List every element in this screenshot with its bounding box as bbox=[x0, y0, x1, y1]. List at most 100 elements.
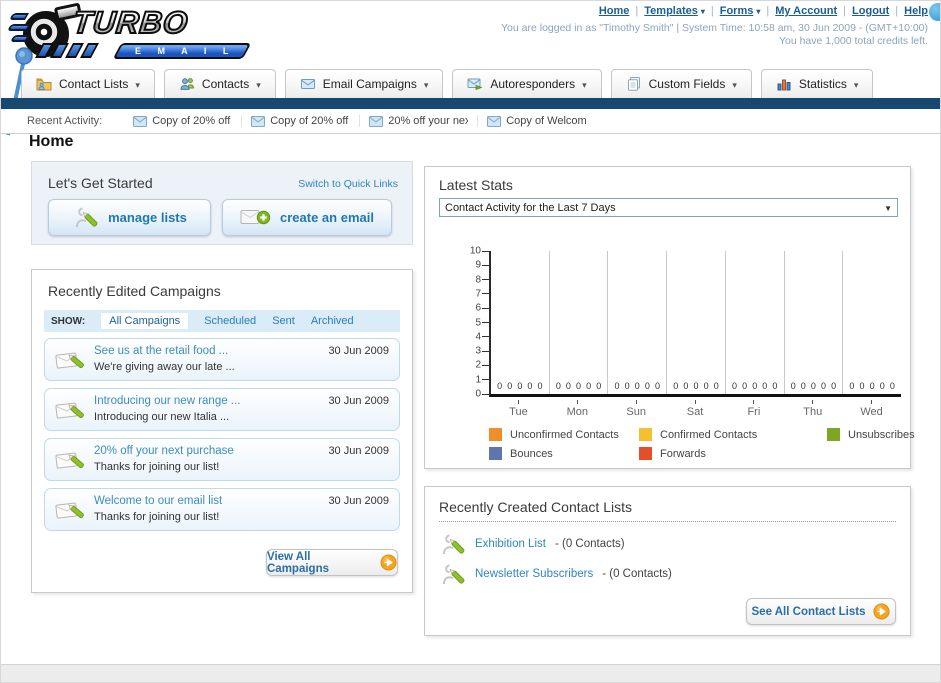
data-label: 0 bbox=[831, 381, 837, 391]
chart-day-group: 00000 bbox=[667, 251, 726, 394]
campaign-row[interactable]: Introducing our new range ... Introducing… bbox=[44, 388, 400, 431]
data-label: 0 bbox=[821, 381, 827, 391]
y-axis-label: 0 bbox=[475, 388, 481, 400]
data-label: 0 bbox=[527, 381, 533, 391]
campaign-text: 20% off your next purchase Thanks for joi… bbox=[94, 444, 319, 474]
top-link-logout[interactable]: Logout bbox=[852, 5, 889, 17]
data-label: 0 bbox=[644, 381, 650, 391]
help-bubble-icon[interactable] bbox=[929, 3, 940, 21]
flame-icon bbox=[8, 13, 30, 20]
campaign-filter-all-campaigns[interactable]: All Campaigns bbox=[101, 313, 189, 329]
recently-created-contact-lists-panel: Recently Created Contact Lists Exhibitio… bbox=[424, 486, 911, 636]
create-email-button[interactable]: create an email bbox=[222, 199, 392, 236]
see-all-contact-lists-label: See All Contact Lists bbox=[751, 605, 866, 618]
email-campaigns-icon bbox=[300, 76, 316, 92]
legend-swatch bbox=[827, 428, 840, 441]
switch-to-quick-links-link[interactable]: Switch to Quick Links bbox=[298, 178, 398, 190]
campaign-title-link[interactable]: Introducing our new range ... bbox=[94, 394, 319, 410]
campaign-text: See us at the retail food ... We're givin… bbox=[94, 344, 319, 374]
legend-swatch bbox=[639, 447, 652, 460]
legend-item: Unsubscribes bbox=[827, 428, 915, 441]
data-label: 0 bbox=[507, 381, 513, 391]
orange-arrow-icon bbox=[380, 554, 397, 571]
campaign-text: Introducing our new range ... Introducing… bbox=[94, 394, 319, 424]
legend-label: Forwards bbox=[660, 447, 706, 460]
data-label: 0 bbox=[537, 381, 543, 391]
data-label: 0 bbox=[889, 381, 895, 391]
nav-tab-statistics[interactable]: Statistics bbox=[760, 69, 874, 98]
y-axis-tick bbox=[482, 322, 489, 323]
orange-arrow-icon bbox=[873, 603, 891, 620]
y-axis-label: 4 bbox=[475, 331, 481, 343]
recent-activity-text: Copy of 20% off yo bbox=[270, 115, 350, 127]
recent-activity-item[interactable]: 20% off your next p bbox=[360, 115, 479, 127]
nav-tab-contact-lists[interactable]: Contact Lists bbox=[21, 69, 155, 98]
recent-activity-item[interactable]: Copy of 20% off yo bbox=[242, 115, 361, 127]
nav-divider-bar bbox=[1, 98, 940, 109]
y-axis-tick bbox=[482, 279, 489, 281]
autoresponders-icon bbox=[467, 76, 483, 92]
contact-list-row[interactable]: Newsletter Subscribers - (0 Contacts) bbox=[439, 559, 896, 589]
campaign-date: 30 Jun 2009 bbox=[328, 495, 389, 507]
campaign-subtitle: Thanks for joining our list! bbox=[94, 460, 220, 473]
data-labels-row: 00000 bbox=[609, 381, 665, 391]
y-axis-label: 8 bbox=[475, 274, 481, 286]
chart-day-group: 00000 bbox=[491, 251, 550, 394]
legend-swatch bbox=[489, 447, 502, 460]
y-axis-tick bbox=[482, 307, 489, 309]
campaign-row[interactable]: 20% off your next purchase Thanks for joi… bbox=[44, 438, 400, 481]
nav-tab-custom-fields[interactable]: Custom Fields bbox=[610, 69, 752, 98]
data-labels-row: 00000 bbox=[786, 381, 842, 391]
campaign-filter-archived[interactable]: Archived bbox=[311, 315, 354, 327]
data-label: 0 bbox=[742, 381, 748, 391]
contact-list-link[interactable]: Exhibition List bbox=[475, 538, 546, 550]
contact-list-link[interactable]: Newsletter Subscribers bbox=[475, 568, 593, 580]
y-axis-label: 10 bbox=[469, 245, 481, 257]
campaign-subtitle: Introducing our new Italia ... bbox=[94, 410, 230, 423]
activity-envelope-icon bbox=[251, 115, 266, 127]
y-axis-label: 2 bbox=[475, 359, 481, 371]
stats-range-select[interactable]: Contact Activity for the Last 7 Days bbox=[439, 198, 898, 217]
nav-tab-label: Statistics bbox=[798, 77, 847, 91]
campaign-title-link[interactable]: Welcome to our email list bbox=[94, 494, 319, 510]
data-labels-row: 00000 bbox=[492, 381, 548, 391]
campaign-filter-sent[interactable]: Sent bbox=[272, 315, 295, 327]
get-started-panel: Let's Get Started Switch to Quick Links … bbox=[31, 161, 413, 245]
nav-tab-email-campaigns[interactable]: Email Campaigns bbox=[284, 69, 444, 98]
campaign-title-link[interactable]: 20% off your next purchase bbox=[94, 444, 319, 460]
contact-list-row[interactable]: Exhibition List - (0 Contacts) bbox=[439, 529, 896, 559]
recent-activity-item[interactable]: Copy of Welcome to bbox=[478, 115, 596, 127]
chart-legend: Unconfirmed Contacts Confirmed Contacts Un… bbox=[489, 428, 915, 460]
footer-strip bbox=[1, 664, 940, 682]
x-axis-label: Thu bbox=[783, 400, 842, 418]
nav-tab-label: Autoresponders bbox=[490, 77, 576, 91]
manage-lists-button[interactable]: manage lists bbox=[48, 199, 211, 236]
envelope-pencil-icon bbox=[55, 497, 85, 522]
data-label: 0 bbox=[859, 381, 865, 391]
campaign-row[interactable]: Welcome to our email list Thanks for join… bbox=[44, 488, 400, 531]
view-all-campaigns-button[interactable]: View All Campaigns bbox=[266, 549, 398, 576]
top-link-my-account[interactable]: My Account bbox=[775, 5, 837, 17]
top-link-help[interactable]: Help bbox=[904, 5, 928, 17]
activity-envelope-icon bbox=[487, 115, 502, 127]
legend-label: Unconfirmed Contacts bbox=[510, 428, 619, 441]
campaign-date: 30 Jun 2009 bbox=[328, 395, 389, 407]
campaign-row[interactable]: See us at the retail food ... We're givin… bbox=[44, 338, 400, 381]
chart-day-group: 00000 bbox=[843, 251, 901, 394]
chevron-down-icon bbox=[256, 77, 261, 91]
nav-tab-autoresponders[interactable]: Autoresponders bbox=[452, 69, 602, 98]
chart-x-axis-labels: Tue Mon Sun Sat Fri Thu Wed bbox=[489, 400, 901, 418]
campaign-title-link[interactable]: See us at the retail food ... bbox=[94, 344, 319, 360]
nav-tab-contacts[interactable]: Contacts bbox=[163, 69, 276, 98]
top-link-templates[interactable]: Templates ▾ bbox=[644, 5, 705, 17]
x-axis-label: Tue bbox=[489, 400, 548, 418]
y-axis-tick bbox=[482, 350, 489, 352]
envelope-plus-icon bbox=[240, 207, 271, 228]
top-link-home[interactable]: Home bbox=[599, 5, 630, 17]
get-started-buttons: manage lists create an email bbox=[48, 199, 392, 236]
top-link-forms[interactable]: Forms ▾ bbox=[720, 5, 761, 17]
see-all-contact-lists-button[interactable]: See All Contact Lists bbox=[746, 598, 896, 625]
campaign-date: 30 Jun 2009 bbox=[328, 345, 389, 357]
campaign-filter-scheduled[interactable]: Scheduled bbox=[204, 315, 256, 327]
recent-activity-item[interactable]: Copy of 20% off yo bbox=[124, 115, 243, 127]
